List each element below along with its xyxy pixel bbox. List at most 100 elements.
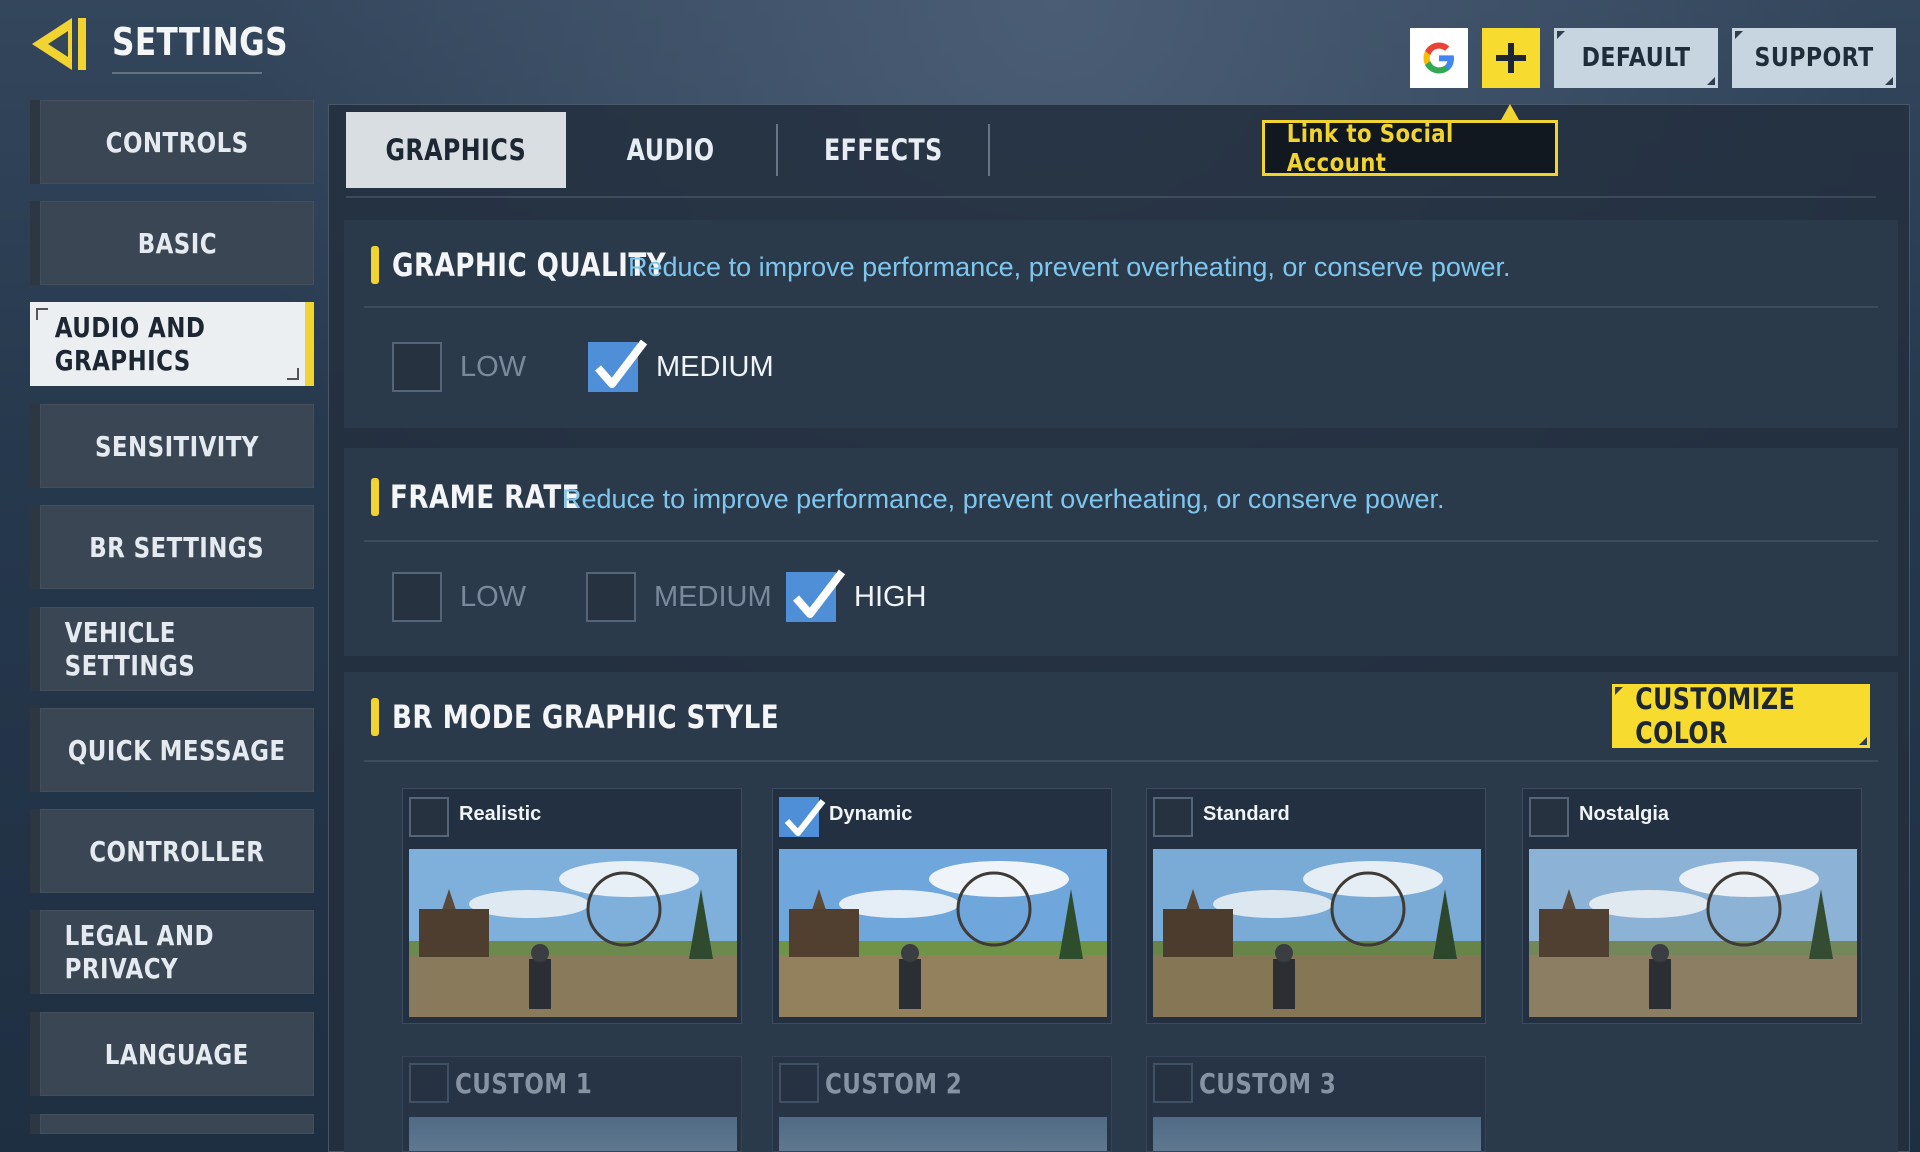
quality-medium-checkbox[interactable]: [588, 339, 648, 392]
frame-high-option[interactable]: HIGH: [786, 569, 927, 622]
sidebar-item-vehicle-settings[interactable]: VEHICLE SETTINGS: [30, 607, 314, 691]
option-label: MEDIUM: [656, 350, 774, 383]
option-label: HIGH: [854, 580, 927, 613]
style-preview-image: [1529, 849, 1857, 1017]
corner-decoration: [1615, 687, 1623, 695]
tab-graphics[interactable]: GRAPHICS: [346, 112, 566, 188]
sidebar-item-label: SENSITIVITY: [95, 429, 259, 463]
quality-low-option[interactable]: LOW: [392, 342, 526, 392]
style-name: Realistic: [459, 803, 542, 825]
sidebar-item-legal-and-privacy[interactable]: LEGAL AND PRIVACY: [30, 910, 314, 994]
back-button[interactable]: [28, 12, 92, 76]
scene-preview: [1529, 849, 1857, 1017]
corner-decoration: [287, 368, 299, 380]
tab-effects[interactable]: EFFECTS: [776, 112, 990, 188]
custom-preview-image: [1153, 1117, 1481, 1151]
section-divider: [364, 306, 1878, 308]
custom-checkbox[interactable]: [1153, 1063, 1193, 1103]
tab-label: EFFECTS: [823, 133, 943, 167]
tooltip-arrow: [1501, 104, 1519, 120]
style-checkbox[interactable]: [1529, 797, 1569, 837]
scene-preview: [779, 849, 1107, 1017]
frame-low-option[interactable]: LOW: [392, 572, 526, 622]
checkmark-icon: [594, 339, 648, 388]
sidebar-item-label: BR SETTINGS: [89, 530, 265, 564]
section-accent-bar: [371, 246, 379, 284]
google-icon: [1423, 42, 1454, 74]
sidebar-item-next[interactable]: [30, 1114, 314, 1134]
back-arrow-icon: [32, 18, 86, 70]
customize-color-label: CUSTOMIZE COLOR: [1635, 682, 1796, 750]
custom-slot-label: CUSTOM 3: [1199, 1067, 1337, 1100]
tab-label: AUDIO: [627, 133, 715, 167]
custom-slot-3[interactable]: CUSTOM 3: [1146, 1056, 1486, 1152]
style-card-realistic[interactable]: Realistic: [402, 788, 742, 1024]
corner-decoration: [1735, 31, 1743, 39]
sidebar-item-basic[interactable]: BASIC: [30, 201, 314, 285]
style-card-nostalgia[interactable]: Nostalgia: [1522, 788, 1862, 1024]
sidebar-item-audio-and-graphics[interactable]: AUDIO AND GRAPHICS: [30, 302, 314, 386]
scene-preview: [1153, 849, 1481, 1017]
style-preview-image: [1153, 849, 1481, 1017]
custom-slot-label: CUSTOM 1: [455, 1067, 593, 1100]
style-checkbox[interactable]: [1153, 797, 1193, 837]
custom-checkbox[interactable]: [409, 1063, 449, 1103]
tabs-divider: [346, 196, 1876, 198]
frame-medium-checkbox[interactable]: [586, 572, 636, 622]
frame-high-checkbox[interactable]: [786, 569, 846, 622]
quality-medium-option[interactable]: MEDIUM: [588, 339, 774, 392]
tab-audio[interactable]: AUDIO: [566, 112, 776, 188]
option-label: LOW: [460, 580, 527, 613]
section-description: Reduce to improve performance, prevent o…: [562, 484, 1445, 514]
frame-medium-option[interactable]: MEDIUM: [586, 572, 772, 622]
custom-slot-2[interactable]: CUSTOM 2: [772, 1056, 1112, 1152]
style-name: Nostalgia: [1579, 803, 1670, 825]
checkmark-icon: [792, 569, 846, 618]
page-title: SETTINGS: [112, 20, 288, 64]
sidebar-item-controls[interactable]: CONTROLS: [30, 100, 314, 184]
customize-color-button[interactable]: CUSTOMIZE COLOR: [1612, 682, 1870, 750]
sidebar-item-br-settings[interactable]: BR SETTINGS: [30, 505, 314, 589]
sidebar-item-label: CONTROLLER: [89, 834, 265, 868]
social-link-tooltip: Link to Social Account: [1262, 119, 1558, 177]
style-checkbox[interactable]: [409, 797, 449, 837]
style-card-dynamic[interactable]: Dynamic: [772, 788, 1112, 1024]
sidebar-item-label: BASIC: [137, 226, 217, 260]
section-accent-bar: [371, 478, 379, 516]
custom-preview-image: [409, 1117, 737, 1151]
quality-low-checkbox[interactable]: [392, 342, 442, 392]
section-title: FRAME RATE: [390, 478, 581, 516]
support-button[interactable]: SUPPORT: [1732, 28, 1896, 88]
option-label: LOW: [460, 350, 527, 383]
option-label: MEDIUM: [654, 580, 772, 613]
frame-low-checkbox[interactable]: [392, 572, 442, 622]
google-link-button[interactable]: [1410, 28, 1468, 88]
section-divider: [364, 540, 1878, 542]
section-divider: [364, 760, 1878, 762]
style-checkbox[interactable]: [779, 797, 826, 837]
custom-slot-1[interactable]: CUSTOM 1: [402, 1056, 742, 1152]
sidebar-item-quick-message[interactable]: QUICK MESSAGE: [30, 708, 314, 792]
graphic-quality-section: GRAPHIC QUALITY Reduce to improve perfor…: [344, 220, 1898, 428]
sidebar-item-label: LANGUAGE: [105, 1037, 249, 1071]
custom-checkbox[interactable]: [779, 1063, 819, 1103]
sidebar-item-label: CONTROLS: [105, 125, 249, 159]
sidebar-item-label: QUICK MESSAGE: [68, 733, 286, 767]
style-card-standard[interactable]: Standard: [1146, 788, 1486, 1024]
corner-decoration: [36, 308, 48, 320]
corner-decoration: [1859, 737, 1867, 745]
style-name: Dynamic: [829, 803, 913, 825]
style-preview-image: [779, 849, 1107, 1017]
checkmark-icon: [784, 799, 826, 836]
sidebar-item-sensitivity[interactable]: SENSITIVITY: [30, 404, 314, 488]
default-button-label: DEFAULT: [1581, 43, 1691, 73]
corner-decoration: [1557, 31, 1565, 39]
sidebar-item-language[interactable]: LANGUAGE: [30, 1012, 314, 1096]
corner-decoration: [1707, 77, 1715, 85]
sidebar-item-label: VEHICLE SETTINGS: [64, 616, 196, 682]
scene-preview: [409, 849, 737, 1017]
sidebar-item-controller[interactable]: CONTROLLER: [30, 809, 314, 893]
default-button[interactable]: DEFAULT: [1554, 28, 1718, 88]
plus-icon: [1496, 43, 1526, 73]
add-account-button[interactable]: [1482, 28, 1540, 88]
